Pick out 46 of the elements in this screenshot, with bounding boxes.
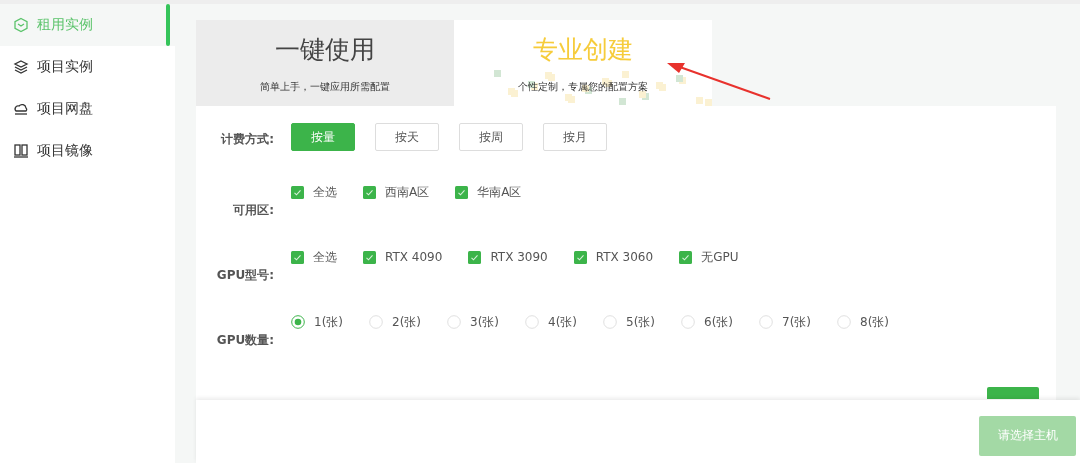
billing-option-button[interactable]: 按天	[375, 123, 439, 151]
checkbox-label: 西南A区	[385, 183, 430, 201]
mode-tab[interactable]: 专业创建 个性定制，专属您的配置方案	[454, 20, 712, 106]
checkbox[interactable]	[468, 250, 482, 264]
checkbox[interactable]	[363, 250, 376, 264]
checkbox-label: RTX 4090	[385, 250, 443, 264]
field-label: GPU型号:	[216, 267, 274, 284]
mode-tab[interactable]: 一键使用 简单上手，一键应用所需配置	[196, 20, 454, 106]
radio-label: 2(张)	[392, 313, 421, 331]
checkbox[interactable]	[291, 250, 304, 264]
tab-subtitle: 个性定制，专属您的配置方案	[518, 79, 648, 94]
sidebar-item[interactable]: 项目实例	[0, 46, 175, 88]
field-label: GPU数量:	[216, 332, 274, 349]
checkbox-label: 无GPU	[701, 248, 739, 266]
radio-label: 7(张)	[782, 313, 811, 331]
checkbox-label: RTX 3090	[490, 250, 548, 264]
checkbox-label: 全选	[313, 183, 337, 201]
radio-button[interactable]	[291, 315, 305, 329]
radio-label: 5(张)	[626, 313, 655, 331]
billing-option-button[interactable]: 按月	[543, 123, 607, 151]
radio-label: 4(张)	[548, 313, 577, 331]
checkbox[interactable]	[291, 185, 304, 199]
cloud-icon	[13, 101, 29, 117]
radio-label: 3(张)	[470, 313, 499, 331]
sidebar-item[interactable]: 项目网盘	[0, 88, 175, 130]
checkbox[interactable]	[679, 250, 693, 264]
billing-option-button[interactable]: 按周	[459, 123, 523, 151]
checkbox[interactable]	[455, 185, 469, 199]
sidebar-item[interactable]: 项目镜像	[0, 130, 175, 172]
checkbox-label: RTX 3060	[595, 250, 654, 264]
tab-subtitle: 简单上手，一键应用所需配置	[260, 79, 390, 94]
tab-title: 一键使用	[275, 33, 375, 66]
checkbox-label: 华南A区	[477, 183, 522, 201]
cube-icon	[13, 17, 29, 33]
checkbox[interactable]	[363, 185, 376, 199]
field-label: 可用区:	[232, 202, 274, 219]
radio-label: 1(张)	[314, 313, 343, 331]
button-edge	[987, 387, 1039, 399]
layers-icon	[13, 59, 29, 75]
tab-title: 专业创建	[533, 33, 633, 66]
radio-label: 6(张)	[704, 313, 733, 331]
field-label: 计费方式:	[219, 131, 274, 148]
radio-label: 8(张)	[860, 313, 889, 331]
checkbox-label: 全选	[313, 248, 337, 266]
checkbox[interactable]	[573, 250, 587, 264]
columns-icon	[13, 143, 29, 159]
